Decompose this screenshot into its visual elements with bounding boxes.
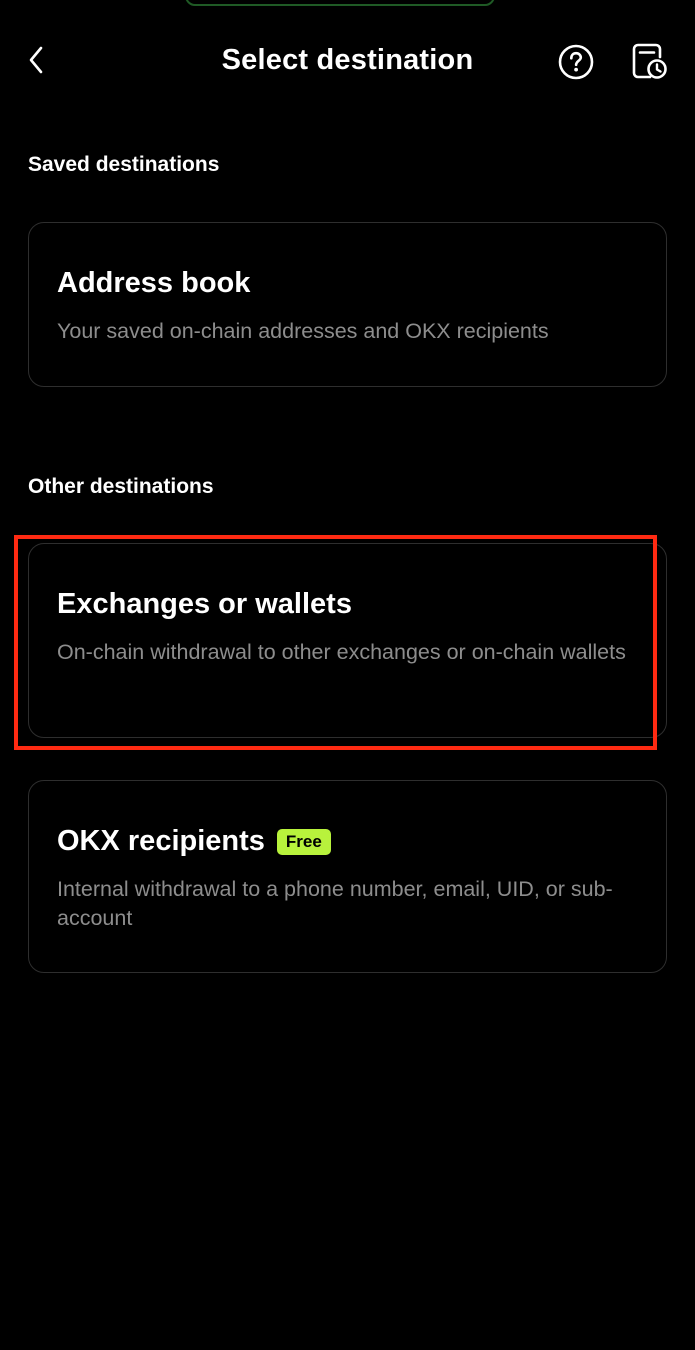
okx-recipients-description: Internal withdrawal to a phone number, e… xyxy=(57,877,613,930)
address-book-card[interactable]: Address book Your saved on-chain address… xyxy=(28,222,667,387)
free-badge: Free xyxy=(276,828,331,855)
okx-recipients-title-row: OKX recipients Free xyxy=(57,825,331,858)
exchanges-or-wallets-description: On-chain withdrawal to other exchanges o… xyxy=(57,640,626,664)
help-button[interactable] xyxy=(556,44,596,84)
address-book-title: Address book xyxy=(57,267,251,299)
header-bar: Select destination xyxy=(0,30,695,96)
select-destination-screen: Select destination Saved destinations Ad… xyxy=(0,0,695,1350)
history-clock-icon xyxy=(630,41,668,86)
top-pill-decoration xyxy=(185,0,495,6)
help-circle-icon xyxy=(557,43,595,86)
exchanges-or-wallets-card[interactable]: Exchanges or wallets On-chain withdrawal… xyxy=(28,543,667,738)
address-book-description: Your saved on-chain addresses and OKX re… xyxy=(57,319,549,343)
exchanges-or-wallets-title: Exchanges or wallets xyxy=(57,588,352,620)
okx-recipients-card[interactable]: OKX recipients Free Internal withdrawal … xyxy=(28,780,667,973)
history-button[interactable] xyxy=(629,42,669,84)
other-destinations-heading: Other destinations xyxy=(28,475,214,498)
saved-destinations-heading: Saved destinations xyxy=(28,153,220,176)
okx-recipients-title: OKX recipients xyxy=(57,825,265,857)
